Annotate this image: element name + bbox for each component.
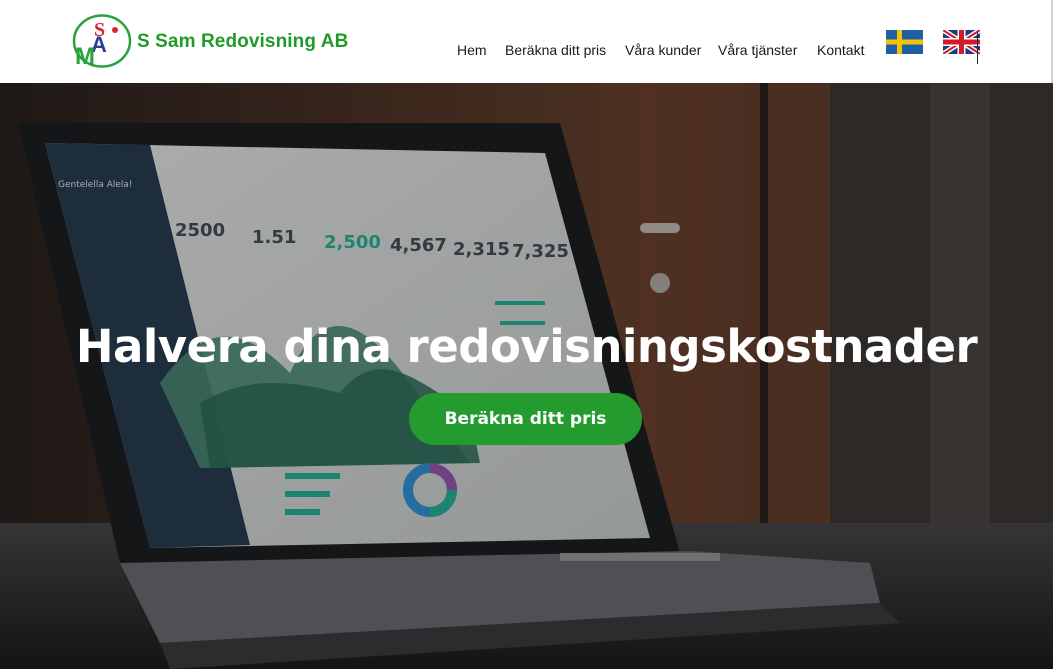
hero-dim-overlay xyxy=(0,83,1053,669)
nav-item-hem[interactable]: Hem xyxy=(457,42,487,58)
logo-emblem-icon: S A M xyxy=(72,14,132,70)
nav-item-berakna-ditt-pris[interactable]: Beräkna ditt pris xyxy=(505,42,606,58)
language-divider xyxy=(977,32,978,64)
uk-flag-icon[interactable] xyxy=(941,27,982,57)
nav-item-vara-tjanster[interactable]: Våra tjänster xyxy=(718,42,797,58)
company-logo[interactable]: S A M xyxy=(72,14,132,70)
nav-item-vara-kunder[interactable]: Våra kunder xyxy=(625,42,701,58)
brand-name[interactable]: S Sam Redovisning AB xyxy=(137,31,348,53)
logo-letter-m: M xyxy=(75,43,95,68)
hero-title: Halvera dina redovisningskostnader xyxy=(75,320,978,373)
nav-item-kontakt[interactable]: Kontakt xyxy=(817,42,864,58)
site-header: S A M S Sam Redovisning AB Hem Beräkna d… xyxy=(0,0,1053,83)
swedish-flag-icon[interactable] xyxy=(886,30,923,54)
hero-section: 2500 1.51 2,500 4,567 2,315 7,325 Gentel… xyxy=(0,83,1053,669)
calculate-price-button[interactable]: Beräkna ditt pris xyxy=(409,393,642,445)
